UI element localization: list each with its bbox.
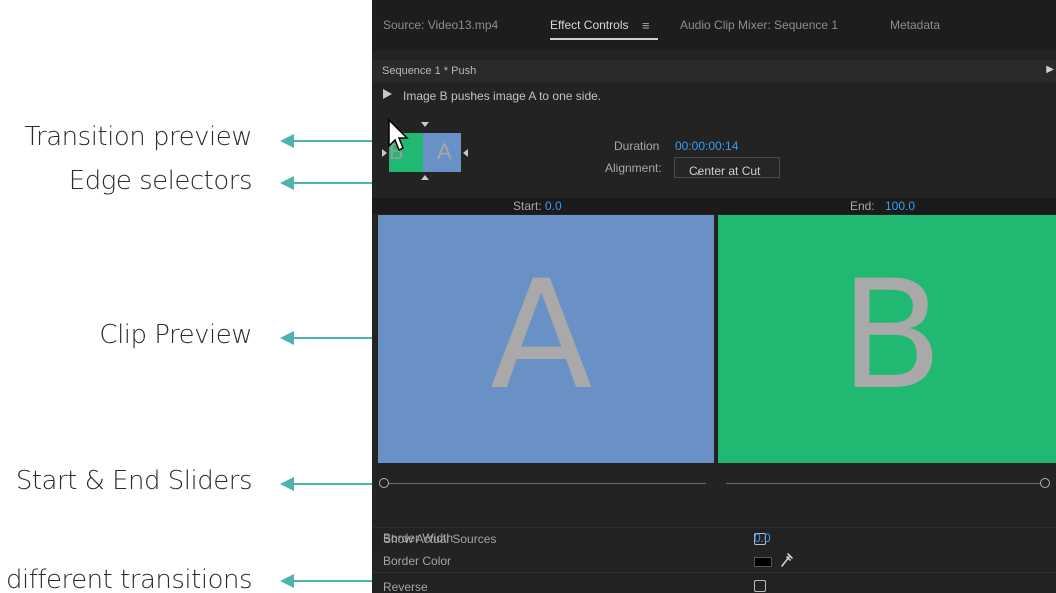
start-label: Start:	[513, 199, 542, 213]
property-row-reverse: Reverse	[372, 572, 1056, 593]
edge-selector-right[interactable]	[463, 149, 468, 157]
clip-preview-b: B	[718, 215, 1056, 463]
mouse-cursor-icon	[388, 118, 409, 152]
end-slider-track[interactable]	[726, 483, 1046, 484]
annotation-edge-selectors: Edge selectors	[68, 166, 253, 196]
edge-selector-top[interactable]	[421, 122, 429, 127]
border-color-swatch[interactable]	[754, 557, 772, 567]
annotation-transition-preview: Transition preview	[24, 122, 253, 152]
annotation-clip-preview: Clip Preview	[99, 320, 252, 350]
panel-menu-icon[interactable]: ≡	[642, 18, 650, 33]
annotation-different-transitions: different transitions	[6, 565, 253, 593]
start-slider-knob[interactable]	[379, 478, 389, 488]
chevron-down-icon: ⌄	[693, 164, 704, 178]
property-row-border-width: Border Width 0.0	[372, 527, 1056, 548]
start-slider-track[interactable]	[380, 483, 706, 484]
end-label: End:	[850, 199, 875, 213]
clip-a-letter: A	[490, 249, 593, 423]
property-row-border-color-bg: Border Color	[372, 550, 1056, 572]
start-end-bar: Start: 0.0 End: 100.0	[372, 198, 1056, 214]
border-width-label: Border Width	[383, 531, 454, 545]
duration-value[interactable]: 00:00:00:14	[675, 139, 738, 153]
reverse-checkbox[interactable]	[754, 580, 766, 592]
play-preview-icon[interactable]	[383, 89, 392, 99]
panel-tab-bar: Source: Video13.mp4 Effect Controls ≡ Au…	[372, 0, 1056, 50]
border-width-value[interactable]: 0.0	[754, 531, 771, 545]
tab-source[interactable]: Source: Video13.mp4	[383, 18, 498, 32]
expand-right-icon[interactable]: ▶	[1046, 64, 1054, 75]
tab-metadata[interactable]: Metadata	[890, 18, 940, 32]
transition-description: Image B pushes image A to one side.	[403, 89, 602, 103]
effect-controls-panel: Source: Video13.mp4 Effect Controls ≡ Au…	[372, 0, 1056, 593]
edge-selector-bottom[interactable]	[421, 175, 429, 180]
start-value[interactable]: 0.0	[545, 199, 562, 213]
clip-b-letter: B	[840, 249, 943, 423]
end-slider-knob[interactable]	[1040, 478, 1050, 488]
thumbnail-letter-a: A	[437, 139, 452, 164]
border-color-label: Border Color	[383, 554, 452, 568]
alignment-label: Alignment:	[605, 161, 662, 175]
sequence-title: Sequence 1 * Push	[382, 65, 477, 77]
clip-preview-a: A	[378, 215, 714, 463]
end-value[interactable]: 100.0	[885, 199, 915, 213]
sequence-header[interactable]: Sequence 1 * Push ▶	[372, 60, 1056, 82]
annotation-start-end-sliders: Start & End Sliders	[15, 466, 253, 496]
tab-audio-clip-mixer[interactable]: Audio Clip Mixer: Sequence 1	[680, 18, 838, 32]
tab-effect-controls[interactable]: Effect Controls	[550, 18, 628, 32]
alignment-dropdown[interactable]: Center at Cut ⌄	[674, 157, 780, 178]
eyedropper-icon[interactable]	[780, 552, 794, 568]
active-tab-underline	[550, 38, 658, 40]
reverse-label: Reverse	[383, 580, 428, 593]
duration-label: Duration	[614, 139, 660, 153]
